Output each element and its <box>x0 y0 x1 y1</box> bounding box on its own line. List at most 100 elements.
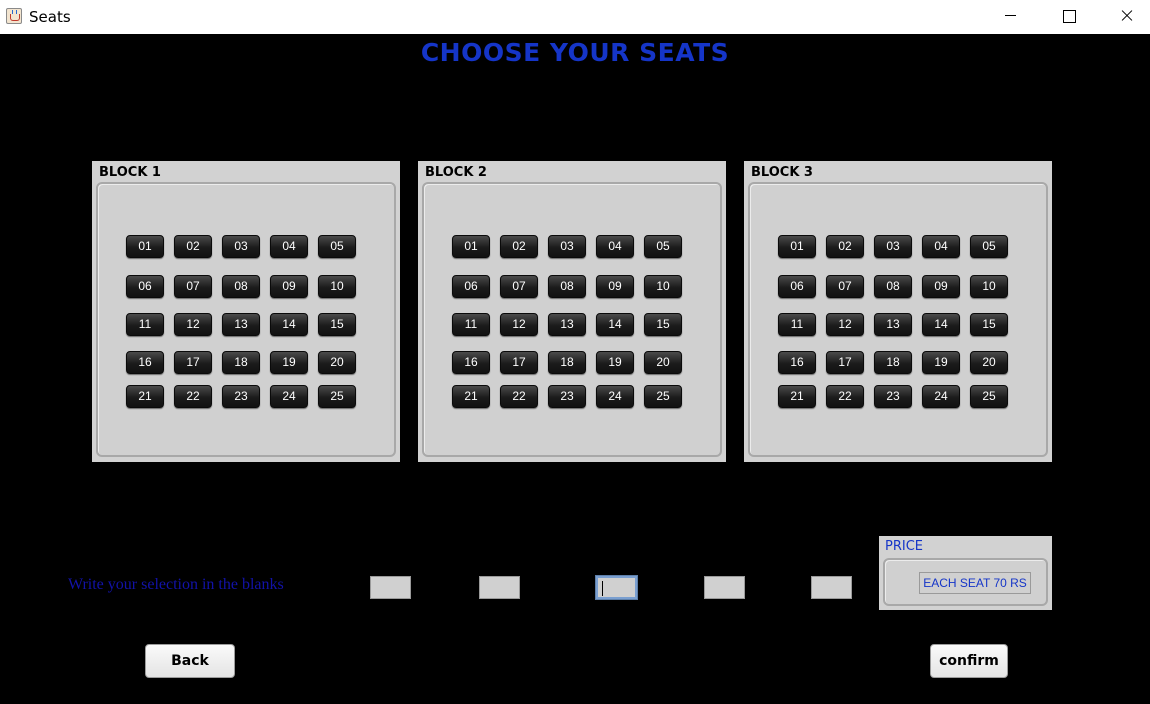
java-cup-icon <box>6 8 22 24</box>
seat-button[interactable]: 25 <box>318 385 356 408</box>
seat-button[interactable]: 23 <box>548 385 586 408</box>
seat-button[interactable]: 04 <box>596 235 634 258</box>
seat-button[interactable]: 17 <box>500 351 538 374</box>
text-caret <box>602 581 603 596</box>
seat-button[interactable]: 16 <box>452 351 490 374</box>
seat-button[interactable]: 01 <box>778 235 816 258</box>
selection-blank-3[interactable] <box>595 575 638 600</box>
seat-button[interactable]: 06 <box>452 275 490 298</box>
selection-blank-1[interactable] <box>370 576 411 599</box>
price-inner-panel: EACH SEAT 70 RS <box>883 558 1048 606</box>
seat-button[interactable]: 18 <box>874 351 912 374</box>
seat-button[interactable]: 03 <box>874 235 912 258</box>
selection-blank-2[interactable] <box>479 576 520 599</box>
seat-button[interactable]: 18 <box>222 351 260 374</box>
seat-button[interactable]: 19 <box>270 351 308 374</box>
seat-button[interactable]: 24 <box>922 385 960 408</box>
seat-button[interactable]: 15 <box>970 313 1008 336</box>
seat-button[interactable]: 12 <box>826 313 864 336</box>
seat-button[interactable]: 25 <box>970 385 1008 408</box>
close-icon[interactable] <box>1104 0 1150 32</box>
seat-button[interactable]: 05 <box>644 235 682 258</box>
selection-blank-4[interactable] <box>704 576 745 599</box>
seat-button[interactable]: 09 <box>596 275 634 298</box>
seat-button[interactable]: 06 <box>778 275 816 298</box>
seat-button[interactable]: 16 <box>126 351 164 374</box>
selection-blank-5[interactable] <box>811 576 852 599</box>
title-bar: Seats <box>0 0 1150 34</box>
seat-button[interactable]: 13 <box>548 313 586 336</box>
price-title: PRICE <box>885 539 923 554</box>
seat-button[interactable]: 22 <box>174 385 212 408</box>
seat-button[interactable]: 11 <box>452 313 490 336</box>
price-panel: PRICE EACH SEAT 70 RS <box>879 536 1052 610</box>
seat-button[interactable]: 12 <box>174 313 212 336</box>
seat-block-2: BLOCK 2 01 02 03 04 05 06 07 08 09 10 11 12 13 14 15 16… <box>418 161 726 462</box>
selection-instruction: Write your selection in the blanks <box>68 576 284 593</box>
seat-button[interactable]: 11 <box>778 313 816 336</box>
seat-button[interactable]: 13 <box>222 313 260 336</box>
seat-button[interactable]: 08 <box>222 275 260 298</box>
seat-button[interactable]: 20 <box>318 351 356 374</box>
seat-button[interactable]: 01 <box>452 235 490 258</box>
seat-button[interactable]: 24 <box>270 385 308 408</box>
seat-button[interactable]: 14 <box>922 313 960 336</box>
seat-button[interactable]: 04 <box>270 235 308 258</box>
seat-button[interactable]: 02 <box>174 235 212 258</box>
seat-button[interactable]: 01 <box>126 235 164 258</box>
seat-button[interactable]: 03 <box>222 235 260 258</box>
seat-button[interactable]: 09 <box>922 275 960 298</box>
seat-button[interactable]: 10 <box>644 275 682 298</box>
seat-button[interactable]: 20 <box>970 351 1008 374</box>
seat-button[interactable]: 25 <box>644 385 682 408</box>
seat-button[interactable]: 02 <box>500 235 538 258</box>
confirm-button[interactable]: confirm <box>930 644 1008 678</box>
seat-button[interactable]: 19 <box>922 351 960 374</box>
seat-button[interactable]: 09 <box>270 275 308 298</box>
seat-button[interactable]: 11 <box>126 313 164 336</box>
seat-button[interactable]: 07 <box>500 275 538 298</box>
seat-button[interactable]: 07 <box>826 275 864 298</box>
seat-button[interactable]: 04 <box>922 235 960 258</box>
seat-button[interactable]: 22 <box>500 385 538 408</box>
price-field: EACH SEAT 70 RS <box>919 572 1031 594</box>
seat-button[interactable]: 23 <box>222 385 260 408</box>
seat-button[interactable]: 02 <box>826 235 864 258</box>
seat-block-3: BLOCK 3 01 02 03 04 05 06 07 08 09 10 11 12 13 14 15 16… <box>744 161 1052 462</box>
block-title: BLOCK 1 <box>99 165 161 180</box>
seat-button[interactable]: 19 <box>596 351 634 374</box>
seat-button[interactable]: 15 <box>318 313 356 336</box>
seat-button[interactable]: 14 <box>270 313 308 336</box>
seat-button[interactable]: 21 <box>126 385 164 408</box>
block-title: BLOCK 2 <box>425 165 487 180</box>
seat-button[interactable]: 20 <box>644 351 682 374</box>
maximize-icon[interactable] <box>1046 0 1092 32</box>
minimize-icon[interactable] <box>988 0 1034 32</box>
seat-button[interactable]: 08 <box>874 275 912 298</box>
seat-button[interactable]: 17 <box>174 351 212 374</box>
seat-block-1: BLOCK 1 01 02 03 04 05 06 07 08 09 10 11 12 13 14 15 16… <box>92 161 400 462</box>
seat-button[interactable]: 17 <box>826 351 864 374</box>
seat-button[interactable]: 05 <box>318 235 356 258</box>
seat-button[interactable]: 14 <box>596 313 634 336</box>
seat-button[interactable]: 10 <box>318 275 356 298</box>
seat-button[interactable]: 18 <box>548 351 586 374</box>
seat-button[interactable]: 08 <box>548 275 586 298</box>
back-button[interactable]: Back <box>145 644 235 678</box>
seat-button[interactable]: 12 <box>500 313 538 336</box>
seat-button[interactable]: 22 <box>826 385 864 408</box>
block-title: BLOCK 3 <box>751 165 813 180</box>
seat-button[interactable]: 24 <box>596 385 634 408</box>
seat-button[interactable]: 13 <box>874 313 912 336</box>
seat-button[interactable]: 03 <box>548 235 586 258</box>
seat-button[interactable]: 05 <box>970 235 1008 258</box>
seat-button[interactable]: 16 <box>778 351 816 374</box>
window-title: Seats <box>29 8 71 26</box>
seat-button[interactable]: 21 <box>778 385 816 408</box>
seat-button[interactable]: 07 <box>174 275 212 298</box>
seat-button[interactable]: 10 <box>970 275 1008 298</box>
seat-button[interactable]: 23 <box>874 385 912 408</box>
seat-button[interactable]: 06 <box>126 275 164 298</box>
seat-button[interactable]: 21 <box>452 385 490 408</box>
seat-button[interactable]: 15 <box>644 313 682 336</box>
